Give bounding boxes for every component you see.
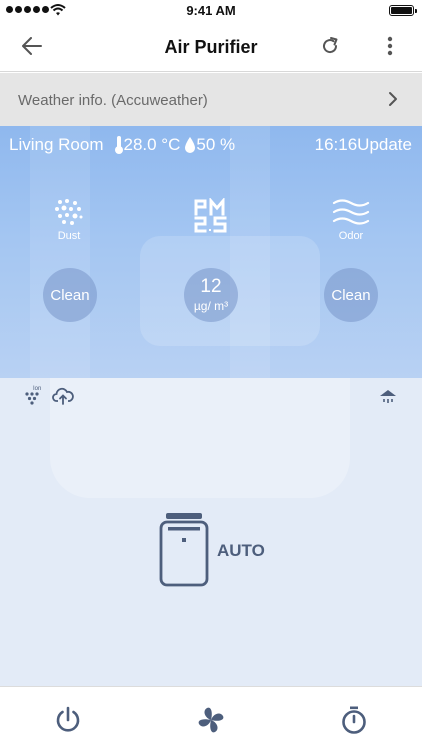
odor-status: Clean (331, 286, 371, 304)
nav-bar: Air Purifier (0, 20, 422, 72)
dust-label: Dust (57, 230, 81, 242)
background-curtain (30, 126, 90, 378)
odor-label: Odor (338, 230, 364, 242)
pm25-value: 12 (200, 276, 222, 297)
temperature-value: 28.0 °C (123, 135, 181, 154)
chevron-right-icon (389, 92, 397, 106)
weather-info-row[interactable]: Weather info. (Accuweather) (0, 73, 422, 126)
filter-lamp-icon[interactable] (378, 388, 398, 404)
power-button[interactable] (51, 703, 85, 737)
device-panel: Ion AUTO (0, 378, 422, 686)
update-time: 16:16Update (314, 135, 412, 154)
power-icon (56, 706, 80, 732)
status-time: 9:41 AM (186, 3, 236, 18)
more-button[interactable] (376, 32, 404, 60)
dust-status: Clean (50, 286, 90, 304)
background-shade (50, 378, 350, 498)
ion-icon[interactable]: Ion (24, 384, 46, 406)
fan-button[interactable] (194, 703, 228, 737)
humidity-drop-icon (185, 137, 196, 153)
pm25-unit: µg/ m³ (193, 299, 229, 313)
more-vertical-icon (387, 36, 393, 56)
room-name: Living Room (9, 135, 104, 154)
status-bar: 9:41 AM (0, 0, 422, 20)
mode-label: AUTO (217, 541, 265, 560)
weather-info-label: Weather info. (Accuweather) (18, 92, 208, 109)
air-purifier-device-icon (159, 513, 209, 587)
thermometer-icon (114, 136, 123, 154)
odor-waves-icon (332, 199, 370, 225)
page-title: Air Purifier (164, 37, 258, 57)
sensor-panel: Living Room 28.0 °C 50 % 16:16Update Dus… (0, 126, 422, 378)
timer-icon (342, 706, 366, 734)
fan-icon (198, 707, 224, 733)
pm25-icon (194, 198, 227, 233)
bottom-toolbar (0, 686, 422, 750)
room-info: Living Room 28.0 °C 50 % (9, 135, 235, 155)
cloud-upload-icon[interactable] (52, 387, 74, 405)
pm25-value-circle: 12 µg/ m³ (184, 268, 238, 322)
refresh-icon (323, 37, 338, 54)
dust-status-circle: Clean (43, 268, 97, 322)
svg-text:Ion: Ion (33, 386, 41, 392)
battery-icon (389, 5, 417, 16)
refresh-button[interactable] (316, 32, 344, 60)
odor-status-circle: Clean (324, 268, 378, 322)
humidity-value: 50 % (196, 135, 236, 154)
timer-button[interactable] (337, 703, 371, 737)
dust-icon (55, 199, 83, 225)
